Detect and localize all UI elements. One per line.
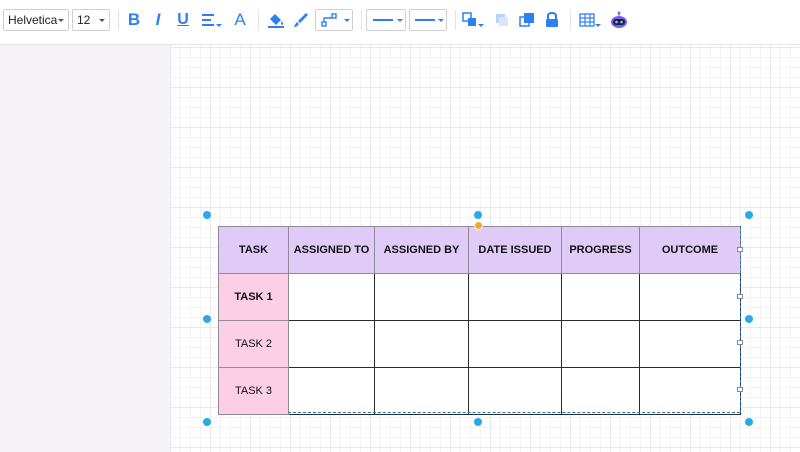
- left-panel: [0, 45, 171, 452]
- table-header-row: TASK ASSIGNED TO ASSIGNED BY DATE ISSUED…: [218, 226, 741, 274]
- column-resize-handle[interactable]: [737, 247, 743, 252]
- line-width-button[interactable]: [366, 9, 406, 31]
- group-icon: [519, 13, 534, 27]
- table-cell[interactable]: [374, 273, 469, 321]
- ai-assistant-button[interactable]: [609, 10, 629, 30]
- table-button[interactable]: [577, 10, 601, 30]
- underline-button[interactable]: U: [173, 10, 193, 30]
- table-row-label[interactable]: TASK 3: [218, 367, 289, 415]
- table-header-cell[interactable]: TASK: [218, 226, 289, 274]
- font-color-label: A: [234, 10, 246, 29]
- font-size-value: 12: [77, 13, 91, 27]
- table-cell[interactable]: [561, 367, 640, 415]
- table-cell[interactable]: [468, 320, 562, 368]
- table-header-cell[interactable]: DATE ISSUED: [468, 226, 562, 274]
- table-cell[interactable]: [468, 367, 562, 415]
- brush-icon: [294, 13, 308, 27]
- line-style-icon: [415, 19, 435, 21]
- chevron-down-icon: [99, 19, 105, 22]
- table-cell[interactable]: [639, 367, 741, 415]
- task-table[interactable]: TASK ASSIGNED TO ASSIGNED BY DATE ISSUED…: [218, 226, 741, 415]
- chevron-down-icon: [216, 24, 222, 27]
- bold-button[interactable]: B: [124, 10, 144, 30]
- selection-dashed-edge: [740, 226, 741, 413]
- font-size-select[interactable]: 12: [72, 9, 110, 31]
- underline-label: U: [177, 11, 189, 28]
- robot-icon: [611, 11, 627, 28]
- table-cell[interactable]: [561, 320, 640, 368]
- font-color-button[interactable]: A: [230, 10, 250, 30]
- table-row: TASK 2: [218, 320, 741, 368]
- table-row: TASK 1: [218, 273, 741, 321]
- resize-handle-right[interactable]: [745, 315, 753, 323]
- table-cell[interactable]: [468, 273, 562, 321]
- resize-handle-top-left[interactable]: [203, 211, 211, 219]
- table-cell[interactable]: [639, 273, 741, 321]
- resize-handle-bottom[interactable]: [474, 418, 482, 426]
- table-header-cell[interactable]: OUTCOME: [639, 226, 741, 274]
- duplicate-icon: [496, 14, 508, 26]
- table-cell[interactable]: [374, 367, 469, 415]
- table-cell[interactable]: [639, 320, 741, 368]
- toolbar-divider: [570, 10, 571, 30]
- row-resize-handle[interactable]: [737, 387, 743, 392]
- resize-handle-top-right[interactable]: [745, 211, 753, 219]
- selection-dashed-edge: [288, 412, 740, 413]
- align-icon: [202, 14, 214, 26]
- font-family-value: Helvetica: [8, 13, 58, 27]
- lock-icon: [546, 12, 558, 27]
- table-header-cell[interactable]: PROGRESS: [561, 226, 640, 274]
- resize-handle-left[interactable]: [203, 315, 211, 323]
- table-row-label[interactable]: TASK 1: [218, 273, 289, 321]
- table-cell[interactable]: [288, 320, 375, 368]
- line-width-icon: [373, 19, 393, 21]
- toolbar-divider: [455, 10, 456, 30]
- chevron-down-icon: [438, 19, 444, 22]
- paint-bucket-icon: [268, 14, 284, 28]
- italic-button[interactable]: I: [148, 10, 168, 30]
- italic-label: I: [155, 10, 161, 29]
- chevron-down-icon: [595, 24, 601, 27]
- table-cell[interactable]: [288, 367, 375, 415]
- table-icon: [579, 13, 595, 27]
- line-style-button[interactable]: [409, 9, 447, 31]
- resize-handle-top[interactable]: [474, 211, 482, 219]
- row-resize-handle[interactable]: [737, 294, 743, 299]
- toolbar-divider: [118, 10, 119, 30]
- duplicate-button[interactable]: [492, 10, 512, 30]
- resize-handle-bottom-left[interactable]: [203, 418, 211, 426]
- chevron-down-icon: [58, 19, 64, 22]
- align-button[interactable]: [199, 10, 222, 30]
- table-cell[interactable]: [288, 273, 375, 321]
- arrange-button[interactable]: [461, 10, 484, 30]
- table-cell[interactable]: [561, 273, 640, 321]
- row-resize-handle[interactable]: [737, 340, 743, 345]
- table-row-label[interactable]: TASK 2: [218, 320, 289, 368]
- font-family-select[interactable]: Helvetica: [3, 9, 69, 31]
- resize-handle-bottom-right[interactable]: [745, 418, 753, 426]
- chevron-down-icon: [478, 24, 484, 27]
- toolbar-divider: [258, 10, 259, 30]
- table-row: TASK 3: [218, 367, 741, 415]
- table-header-cell[interactable]: ASSIGNED TO: [288, 226, 375, 274]
- bold-label: B: [127, 10, 141, 29]
- chevron-down-icon: [344, 19, 350, 22]
- line-color-button[interactable]: [291, 10, 311, 30]
- connector-icon: [321, 13, 337, 27]
- group-button[interactable]: [517, 10, 537, 30]
- lock-button[interactable]: [542, 10, 562, 30]
- fill-color-button[interactable]: [266, 10, 286, 30]
- table-cell[interactable]: [374, 320, 469, 368]
- table-header-cell[interactable]: ASSIGNED BY: [374, 226, 469, 274]
- chevron-down-icon: [397, 19, 403, 22]
- toolbar-divider: [361, 10, 362, 30]
- toolbar: Helvetica 12 B I U A: [0, 0, 800, 45]
- connector-style-button[interactable]: [315, 9, 353, 31]
- rotate-handle[interactable]: [474, 221, 483, 230]
